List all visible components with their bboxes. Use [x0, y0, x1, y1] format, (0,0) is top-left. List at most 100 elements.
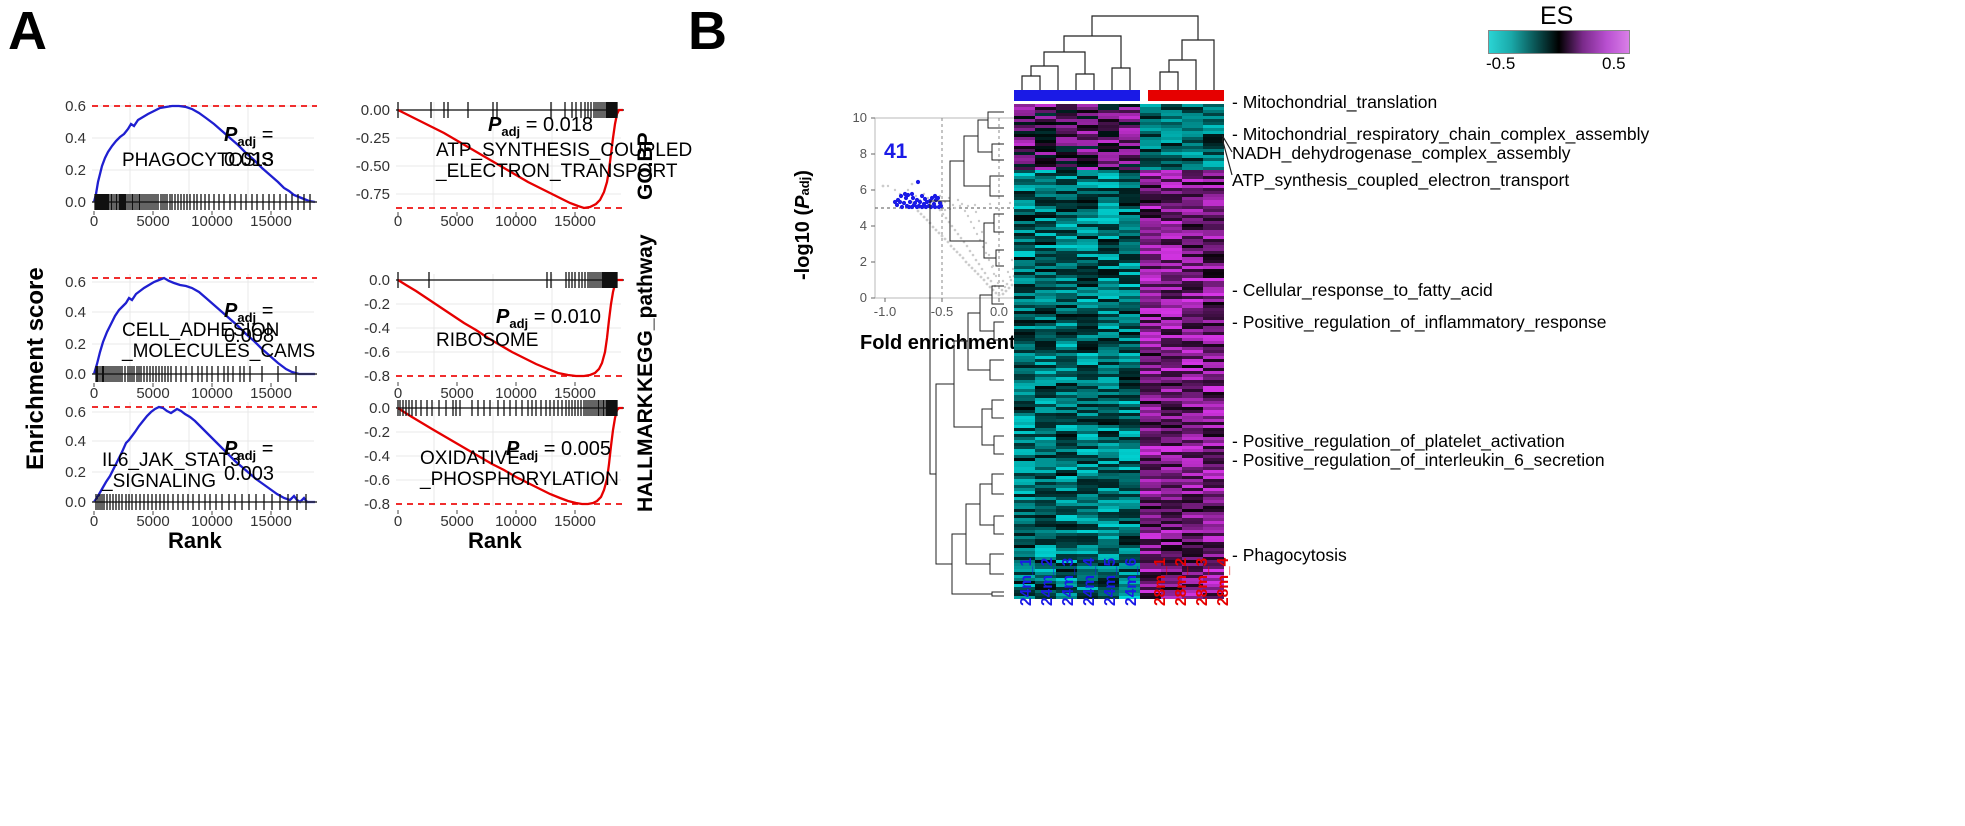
annotation-leader-lines [1222, 134, 1233, 176]
svg-text:10000: 10000 [191, 213, 233, 226]
sample-label-28m-3: 28m_3 [1194, 557, 1211, 606]
svg-text:0: 0 [90, 513, 98, 526]
svg-text:15000: 15000 [554, 213, 596, 226]
volcano-y-axis-label: -log10 (Padj) [792, 170, 814, 280]
svg-text:-0.75: -0.75 [356, 186, 390, 203]
svg-text:0.4: 0.4 [65, 433, 86, 450]
padj-oxidative-phosphorylation: Padj = 0.005 [506, 438, 611, 463]
svg-text:0.0: 0.0 [369, 272, 390, 289]
sample-label-24m-4: 24m_4 [1081, 557, 1098, 606]
svg-text:0.2: 0.2 [65, 162, 86, 179]
colorbar-tick-min: -0.5 [1486, 54, 1516, 73]
svg-text:4: 4 [860, 218, 867, 233]
panel-b-letter: B [688, 1, 727, 61]
padj-il6-jak-stat3: Padj = 0.003 [224, 438, 275, 485]
svg-text:-0.50: -0.50 [356, 158, 390, 175]
colorbar-title: ES [1540, 2, 1574, 30]
svg-text:0.4: 0.4 [65, 304, 86, 321]
gene-set-name-il6-jak-stat3: IL6_JAK_STAT3 _SIGNALING [102, 450, 241, 493]
sample-label-28m-1: 28m_1 [1152, 557, 1169, 606]
svg-text:-0.4: -0.4 [364, 448, 390, 465]
svg-text:2: 2 [860, 254, 867, 269]
svg-text:0.2: 0.2 [65, 336, 86, 353]
annotation-positive-regulation-of-inflammatory-response: - Positive_regulation_of_inflammatory_re… [1232, 312, 1607, 332]
sample-label-28m-4: 28m_4 [1215, 557, 1232, 606]
annotation-mitochondrial-respiratory-chain-complex-assembly: - Mitochondrial_respiratory_chain_comple… [1232, 124, 1650, 144]
svg-text:15000: 15000 [250, 213, 292, 226]
svg-text:5000: 5000 [440, 513, 473, 526]
svg-text:0.0: 0.0 [65, 366, 86, 383]
gene-set-name-line-2: _SIGNALING [102, 471, 217, 493]
colorbar-gradient [1488, 30, 1630, 54]
svg-text:10000: 10000 [191, 513, 233, 526]
svg-text:5000: 5000 [136, 213, 169, 226]
row-label-hallmark: HALLMARK [634, 393, 657, 512]
gsea-plot-phagocytosis: 0.6 0.4 0.2 0.0 0 5000 10000 15000 PHAGO… [34, 96, 319, 226]
svg-text:0: 0 [394, 213, 402, 226]
svg-text:0.4: 0.4 [65, 130, 86, 147]
panel-b: B 10 8 6 4 2 0 -1.0 -0.5 0.0 41 -log10 (… [680, 0, 1965, 826]
panel-a: A Enrichment score Rank Rank GO.BP KEGG_… [0, 0, 692, 826]
row-label-kegg-pathway: KEGG_pathway [634, 234, 657, 392]
padj-cell-adhesion: Padj = 0.008 [224, 300, 275, 347]
gene-set-name-line-2: _ELECTRON_TRANSPORT [436, 161, 678, 183]
svg-text:-0.8: -0.8 [364, 496, 390, 513]
padj-ribosome: Padj = 0.010 [496, 306, 601, 331]
colorbar-tick-max: 0.5 [1602, 54, 1626, 73]
annotation-cellular-response-to-fatty-acid: - Cellular_response_to_fatty_acid [1232, 280, 1493, 300]
sample-label-24m-1: 24m_1 [1018, 557, 1035, 606]
panel-a-x-axis-label-right: Rank [468, 528, 522, 553]
panel-a-letter: A [8, 1, 47, 61]
svg-text:0.6: 0.6 [65, 404, 86, 421]
svg-text:6: 6 [860, 182, 867, 197]
annotation-phagocytosis: - Phagocytosis [1232, 545, 1347, 565]
row-dendrogram [929, 111, 1004, 597]
svg-text:10: 10 [853, 110, 867, 125]
svg-text:0.00: 0.00 [361, 102, 390, 119]
svg-text:5000: 5000 [440, 213, 473, 226]
gsea-plot-atp-synthesis-coupled-electron-transport: 0.00 -0.25 -0.50 -0.75 0 5000 10000 1500… [336, 96, 692, 226]
svg-text:0.0: 0.0 [65, 194, 86, 211]
gsea-plot-il6-jak-stat3-signaling: 0.6 0.4 0.2 0.0 0 5000 10000 15000 IL6_J… [34, 396, 319, 526]
gsea-plot-cell-adhesion-molecules-cams: 0.6 0.4 0.2 0.0 0 5000 10000 15000 CELL_… [34, 268, 319, 398]
column-dendrogram [1021, 15, 1215, 90]
sample-label-24m-5: 24m_5 [1102, 557, 1119, 606]
padj-phagocytosis: Padj = 0.013 [224, 124, 275, 171]
svg-text:0: 0 [90, 213, 98, 226]
padj-atp-synthesis: Padj = 0.018 [488, 114, 593, 139]
annotation-nadh-dehydrogenase-complex-assembly: NADH_dehydrogenase_complex_assembly [1232, 143, 1571, 163]
svg-text:0.6: 0.6 [65, 98, 86, 115]
svg-text:-0.8: -0.8 [364, 368, 390, 385]
gene-set-name-atp-synthesis: ATP_SYNTHESIS_COUPLED _ELECTRON_TRANSPOR… [436, 140, 692, 183]
sample-label-28m-2: 28m_2 [1173, 557, 1190, 606]
svg-text:-1.0: -1.0 [874, 304, 896, 319]
gene-set-name-line-1: IL6_JAK_STAT3 [102, 450, 241, 471]
svg-text:-0.2: -0.2 [364, 424, 390, 441]
sample-label-24m-3: 24m_3 [1060, 557, 1077, 606]
svg-text:-0.2: -0.2 [364, 296, 390, 313]
svg-text:0.2: 0.2 [65, 464, 86, 481]
svg-text:-0.6: -0.6 [364, 344, 390, 361]
heatmap-figure: ES -0.5 0.5 - Mitochondrial_translation … [929, 0, 1965, 826]
svg-text:5000: 5000 [136, 513, 169, 526]
svg-text:10000: 10000 [495, 213, 537, 226]
gene-set-name-ribosome: RIBOSOME [436, 330, 539, 351]
svg-text:-0.4: -0.4 [364, 320, 390, 337]
group-bar-24m [1014, 90, 1140, 101]
svg-text:10000: 10000 [495, 513, 537, 526]
gene-set-name-line-1: ATP_SYNTHESIS_COUPLED [436, 140, 693, 161]
svg-text:-0.6: -0.6 [364, 472, 390, 489]
annotation-positive-regulation-of-platelet-activation: - Positive_regulation_of_platelet_activa… [1232, 431, 1565, 451]
gsea-plot-oxidative-phosphorylation: 0.0 -0.2 -0.4 -0.6 -0.8 0 5000 10000 150… [336, 396, 626, 526]
svg-text:15000: 15000 [554, 513, 596, 526]
annotation-positive-regulation-of-interleukin-6-secretion: - Positive_regulation_of_interleukin_6_s… [1232, 450, 1605, 470]
sample-label-24m-6: 24m_6 [1123, 557, 1140, 606]
svg-text:0.0: 0.0 [65, 494, 86, 511]
svg-text:0.6: 0.6 [65, 274, 86, 291]
annotation-atp-synthesis-coupled-electron-transport: ATP_synthesis_coupled_electron_transport [1232, 170, 1570, 190]
panel-a-x-axis-label-left: Rank [168, 528, 222, 553]
svg-text:8: 8 [860, 146, 867, 161]
svg-text:0.0: 0.0 [369, 400, 390, 417]
gsea-plot-ribosome: 0.0 -0.2 -0.4 -0.6 -0.8 0 5000 10000 150… [336, 268, 626, 398]
heatmap-matrix [1014, 104, 1224, 599]
